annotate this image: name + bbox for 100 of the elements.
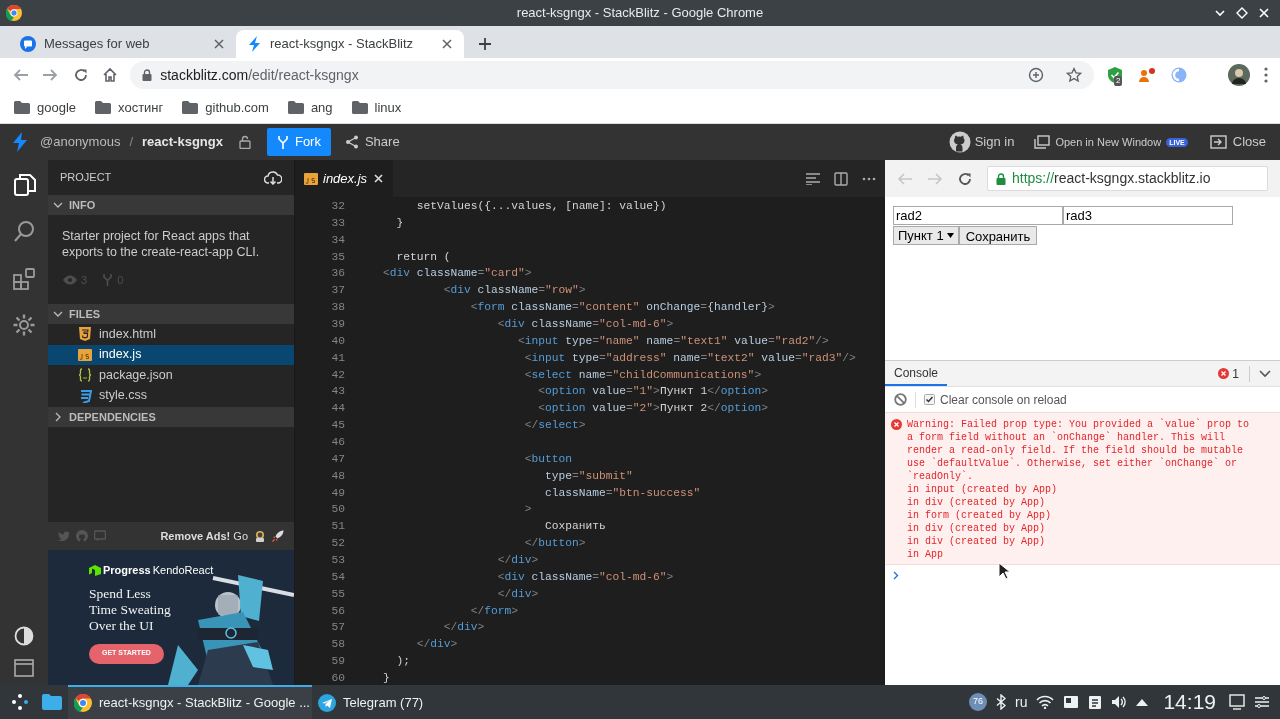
plus-icon[interactable] <box>478 37 492 51</box>
file-item[interactable]: index.html <box>48 324 294 345</box>
more-horizontal-icon[interactable] <box>862 176 876 181</box>
browser-tab[interactable]: react-ksgngx - StackBlitz <box>236 30 464 58</box>
text-lines-icon[interactable] <box>806 172 820 185</box>
error-message: Warning: Failed prop type: You provided a `value` prop to a form field without an `onChange` handler. This will render a read-only field. If the field should be mutable use `defaultValue`. Otherwise, set either `onChange` or `readOnly`. <box>907 418 1251 483</box>
code-line: setValues({...values, [name]: value}) <box>416 199 667 214</box>
window-title: react-ksgngx - StackBlitz - Google Chrome <box>516 4 764 23</box>
lock-icon <box>996 172 1006 185</box>
line-number: 52 <box>330 536 345 552</box>
close-button[interactable]: Close <box>1209 132 1266 152</box>
drive-icon[interactable] <box>1063 694 1080 710</box>
stack-trace-line: in div (created by App) <box>907 522 1046 535</box>
editor-tab[interactable]: index.js <box>295 160 393 197</box>
product-name: KendoReact <box>152 563 214 578</box>
code-line: <select name="childCommunications"> <box>524 367 762 383</box>
forward-arrow-icon[interactable] <box>41 67 58 83</box>
panel-icon[interactable] <box>14 659 34 677</box>
section-header[interactable]: INFO <box>48 195 294 215</box>
url-field[interactable]: https://react-ksgngx.stackblitz.io <box>987 166 1268 191</box>
file-item[interactable]: index.js <box>48 344 294 365</box>
panel-title: PROJECT <box>60 170 112 186</box>
line-number: 60 <box>330 671 345 685</box>
input-field[interactable]: rad3 <box>1063 206 1233 225</box>
code-line: </select> <box>524 418 586 434</box>
code-line: <div className="card"> <box>383 266 532 282</box>
back-arrow-icon[interactable] <box>13 67 29 83</box>
checked-checkbox-icon[interactable] <box>924 394 935 405</box>
section-header[interactable]: DEPENDENCIES <box>48 407 294 427</box>
line-number: 56 <box>330 603 345 619</box>
home-icon[interactable] <box>102 67 119 83</box>
sign-in-button[interactable]: Sign in <box>948 131 1015 153</box>
browser-tab[interactable]: Messages for web <box>8 30 236 58</box>
taskbar-button[interactable]: react-ksgngx - StackBlitz - Google ... <box>68 685 312 719</box>
more-vertical-icon[interactable] <box>1264 67 1268 83</box>
sliders-icon[interactable] <box>1254 694 1270 710</box>
file-item[interactable]: package.json <box>48 365 294 386</box>
line-number: 34 <box>330 232 345 248</box>
keyboard-layout[interactable]: ru <box>1015 691 1028 713</box>
rocket-icon <box>272 530 284 542</box>
chevron-down-icon[interactable] <box>1214 7 1226 19</box>
diamond-icon[interactable] <box>1236 7 1248 19</box>
username-link[interactable]: @anonymous <box>40 132 121 152</box>
line-number: 38 <box>330 300 345 316</box>
cloud-download-icon[interactable] <box>264 170 282 185</box>
prompt-chevron-icon[interactable] <box>893 570 899 580</box>
files-icon[interactable] <box>12 172 36 198</box>
line-number: 43 <box>330 384 345 400</box>
launcher-icon[interactable] <box>10 692 30 712</box>
star-icon[interactable] <box>1066 67 1082 83</box>
count-badge: 2 <box>1114 76 1123 86</box>
line-number: 49 <box>330 485 345 501</box>
line-number: 50 <box>330 502 345 518</box>
blocks-icon[interactable] <box>12 266 36 292</box>
address-bar[interactable]: stackblitz.com/edit/react-ksgngx <box>130 61 1094 89</box>
caret-up-icon[interactable] <box>1136 698 1149 706</box>
wifi-icon[interactable] <box>1036 695 1055 709</box>
bookmark[interactable]: github.com <box>182 97 269 118</box>
settings-icon[interactable] <box>12 313 36 339</box>
chrome-logo-icon <box>74 694 92 712</box>
bluetooth-icon[interactable] <box>996 694 1006 710</box>
code-line: } <box>396 215 404 231</box>
lock-icon[interactable] <box>238 135 251 149</box>
reload-icon[interactable] <box>957 170 973 187</box>
monitor-icon[interactable] <box>1229 694 1245 710</box>
speaker-icon[interactable] <box>1111 694 1128 710</box>
bookmark[interactable]: google <box>14 97 77 118</box>
fork-icon <box>276 135 289 149</box>
save-button[interactable]: Сохранить <box>958 226 1038 245</box>
folder-icon[interactable] <box>42 694 62 710</box>
section-header[interactable]: FILES <box>48 304 294 324</box>
code-line: </button> <box>524 536 586 552</box>
reload-icon[interactable] <box>72 67 89 83</box>
file-item[interactable]: style.css <box>48 385 294 406</box>
close-icon[interactable] <box>442 39 452 49</box>
line-number: 47 <box>330 451 345 467</box>
tab-label: Messages for web <box>44 35 151 54</box>
share-button[interactable]: Share <box>344 132 400 152</box>
lightning-bolt-icon <box>248 36 262 52</box>
line-number: 45 <box>330 418 345 434</box>
chevron-down-icon[interactable] <box>1259 369 1271 378</box>
add-circle-icon[interactable] <box>1028 67 1044 83</box>
avatar-icon[interactable] <box>1228 64 1250 86</box>
open-new-window-button[interactable]: Open in New Window <box>1034 133 1162 151</box>
line-number: 42 <box>330 367 345 383</box>
taskbar-button[interactable]: Telegram (77) <box>312 685 462 719</box>
bookmark[interactable]: linux <box>351 97 402 118</box>
console-tab[interactable]: Console <box>885 361 948 386</box>
block-icon[interactable] <box>894 393 907 406</box>
split-view-icon[interactable] <box>834 171 848 186</box>
select-field[interactable]: Пункт 1 <box>893 226 959 245</box>
lightning-bolt-icon[interactable] <box>12 132 28 152</box>
clock[interactable]: 14:19 <box>1163 686 1216 718</box>
line-number: 54 <box>330 569 345 585</box>
bookmark[interactable]: ang <box>287 97 333 118</box>
contrast-icon[interactable] <box>14 626 34 646</box>
clipboard-icon[interactable] <box>1088 694 1103 710</box>
input-field[interactable]: rad2 <box>893 206 1063 225</box>
bookmark[interactable]: хостинг <box>95 97 164 118</box>
people-icon[interactable] <box>1138 67 1156 83</box>
